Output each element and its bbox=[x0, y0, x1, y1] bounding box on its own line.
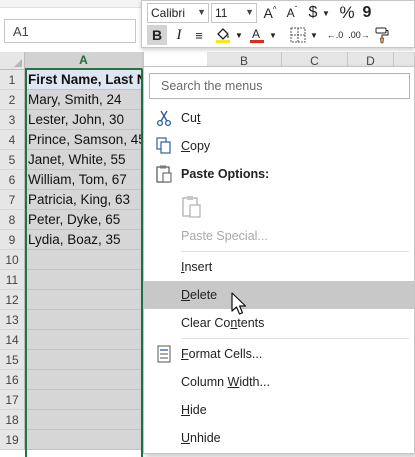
cell-a1[interactable]: First Name, Last Na bbox=[25, 70, 143, 90]
chevron-down-icon[interactable]: ▼ bbox=[321, 3, 331, 23]
row-header[interactable]: 6 bbox=[0, 170, 25, 190]
cell-a15[interactable] bbox=[25, 350, 143, 370]
row-header[interactable]: 4 bbox=[0, 130, 25, 150]
row-header[interactable]: 19 bbox=[0, 430, 25, 450]
row-header[interactable]: 8 bbox=[0, 210, 25, 230]
copy-icon bbox=[154, 137, 174, 155]
cell-a6[interactable]: William, Tom, 67 bbox=[25, 170, 143, 190]
cell-a19[interactable] bbox=[25, 430, 143, 450]
row-header[interactable]: 12 bbox=[0, 290, 25, 310]
font-size-box[interactable]: 11 ▼ bbox=[211, 3, 257, 23]
row-header[interactable]: 7 bbox=[0, 190, 25, 210]
row-header[interactable]: 9 bbox=[0, 230, 25, 250]
menu-item-format-cells[interactable]: Format Cells... bbox=[144, 340, 414, 368]
increase-font-icon[interactable]: A ^ bbox=[260, 3, 280, 23]
paintbrush-icon bbox=[375, 27, 389, 44]
row-header[interactable]: 14 bbox=[0, 330, 25, 350]
cell-a4[interactable]: Prince, Samson, 45 bbox=[25, 130, 143, 150]
cell-a3[interactable]: Lester, John, 30 bbox=[25, 110, 143, 130]
mouse-pointer-icon bbox=[231, 292, 247, 315]
chevron-down-icon[interactable]: ▼ bbox=[309, 25, 319, 45]
bold-button[interactable]: B bbox=[147, 25, 167, 45]
italic-button[interactable]: I bbox=[170, 25, 188, 45]
paint-bucket-icon bbox=[216, 28, 230, 43]
chevron-down-icon[interactable]: ▼ bbox=[234, 25, 244, 45]
menu-item-delete[interactable]: Delete bbox=[144, 281, 414, 309]
menu-item-paste-special[interactable]: Paste Special... bbox=[144, 222, 414, 250]
menu-item-insert[interactable]: Insert bbox=[144, 253, 414, 281]
fill-color-button[interactable] bbox=[212, 25, 234, 45]
row-header[interactable]: 17 bbox=[0, 390, 25, 410]
cell-a12[interactable] bbox=[25, 290, 143, 310]
cell-a9[interactable]: Lydia, Boaz, 35 bbox=[25, 230, 143, 250]
scissors-icon bbox=[154, 109, 174, 127]
paste-option-buttons bbox=[144, 188, 414, 226]
name-box[interactable]: A1 bbox=[4, 19, 136, 43]
row-header[interactable]: 10 bbox=[0, 250, 25, 270]
excel-window: A1 A B C D 1 2 3 4 5 6 7 8 9 10 11 12 13… bbox=[0, 0, 415, 457]
cell-a11[interactable] bbox=[25, 270, 143, 290]
font-color-icon: A bbox=[250, 27, 264, 43]
menu-item-cut[interactable]: Cut bbox=[144, 104, 414, 132]
column-header-a[interactable]: A bbox=[25, 52, 143, 70]
format-painter-button[interactable] bbox=[372, 25, 394, 45]
menu-item-clear-contents[interactable]: Clear Contents bbox=[144, 309, 414, 337]
row-header[interactable]: 3 bbox=[0, 110, 25, 130]
font-color-button[interactable]: A bbox=[246, 25, 268, 45]
row-header[interactable]: 13 bbox=[0, 310, 25, 330]
cell-a7[interactable]: Patricia, King, 63 bbox=[25, 190, 143, 210]
menu-item-unhide[interactable]: Unhide bbox=[144, 424, 414, 452]
cell-a17[interactable] bbox=[25, 390, 143, 410]
cell-a2[interactable]: Mary, Smith, 24 bbox=[25, 90, 143, 110]
row-header[interactable]: 5 bbox=[0, 150, 25, 170]
menu-separator bbox=[181, 338, 409, 339]
borders-button[interactable] bbox=[288, 25, 308, 45]
menu-item-paste-options: Paste Options: bbox=[144, 160, 414, 188]
cell-a18[interactable] bbox=[25, 410, 143, 430]
cell-a5[interactable]: Janet, White, 55 bbox=[25, 150, 143, 170]
format-cells-icon bbox=[154, 345, 174, 363]
chevron-down-icon: ▼ bbox=[245, 7, 254, 17]
currency-format-button[interactable]: $ bbox=[305, 3, 321, 23]
cell-a8[interactable]: Peter, Dyke, 65 bbox=[25, 210, 143, 230]
row-header[interactable]: 2 bbox=[0, 90, 25, 110]
name-box-value: A1 bbox=[13, 23, 29, 39]
svg-text:A: A bbox=[252, 27, 260, 41]
percent-style-button[interactable]: % bbox=[337, 3, 357, 23]
cell-a16[interactable] bbox=[25, 370, 143, 390]
menu-item-hide[interactable]: Hide bbox=[144, 396, 414, 424]
decrease-decimal-icon[interactable]: .00→ bbox=[348, 25, 370, 45]
chevron-down-icon[interactable]: ▼ bbox=[268, 25, 278, 45]
row-header[interactable]: 16 bbox=[0, 370, 25, 390]
increase-decimal-icon[interactable]: ←.0 bbox=[324, 25, 346, 45]
row-header[interactable]: 15 bbox=[0, 350, 25, 370]
decrease-font-icon[interactable]: Aˇ bbox=[282, 3, 302, 23]
clipboard-icon bbox=[154, 165, 174, 183]
menu-separator bbox=[181, 251, 409, 252]
menu-search-input[interactable]: Search the menus bbox=[149, 73, 410, 99]
menu-item-column-width[interactable]: Column Width... bbox=[144, 368, 414, 396]
chevron-down-icon: ▼ bbox=[197, 7, 206, 17]
context-menu: Search the menus Cut Copy Paste Options:… bbox=[143, 66, 415, 454]
paste-clipboard-icon[interactable] bbox=[181, 195, 205, 224]
menu-item-copy[interactable]: Copy bbox=[144, 132, 414, 160]
font-name-box[interactable]: Calibri ▼ bbox=[147, 3, 209, 23]
comma-style-button[interactable]: 9 bbox=[360, 3, 374, 23]
cell-a14[interactable] bbox=[25, 330, 143, 350]
row-header[interactable]: 11 bbox=[0, 270, 25, 290]
row-header[interactable]: 18 bbox=[0, 410, 25, 430]
align-center-icon[interactable]: ≡ bbox=[190, 25, 208, 45]
borders-icon bbox=[290, 27, 306, 43]
mini-toolbar: Calibri ▼ 11 ▼ A^ Aˇ $ ▼ % 9 B I ≡ ▼ A bbox=[141, 0, 415, 48]
cell-a10[interactable] bbox=[25, 250, 143, 270]
cell-a13[interactable] bbox=[25, 310, 143, 330]
select-all-corner[interactable] bbox=[0, 52, 25, 70]
row-header[interactable]: 1 bbox=[0, 70, 25, 90]
